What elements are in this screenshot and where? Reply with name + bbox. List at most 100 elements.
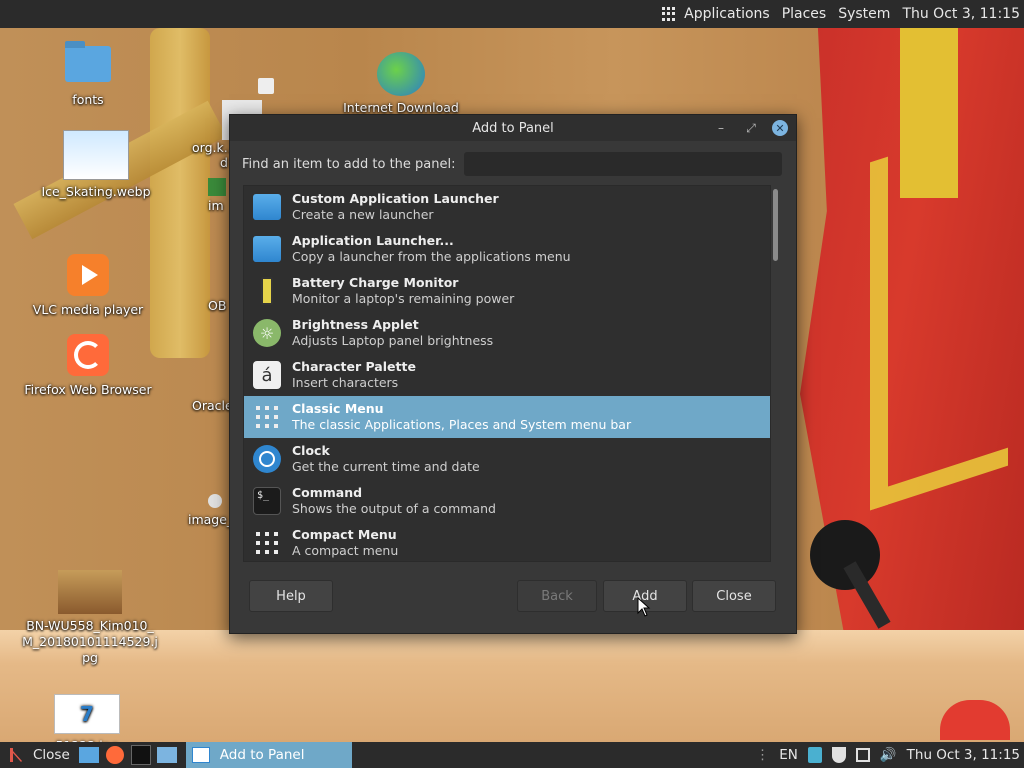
- list-item-name: Classic Menu: [292, 401, 384, 416]
- find-input[interactable]: [463, 152, 782, 176]
- tray-handle-icon: ⋮: [755, 747, 770, 763]
- close-button[interactable]: Close: [692, 580, 776, 612]
- image-file-icon: [63, 130, 129, 180]
- list-item[interactable]: á Character Palette Insert characters: [244, 354, 770, 396]
- desktop-icon-label: org.k...: [192, 140, 236, 155]
- shield-icon[interactable]: [831, 747, 846, 763]
- desktop-icon-label: image_: [188, 512, 234, 527]
- add-to-panel-dialog: Add to Panel – ⤢ ✕ Find an item to add t…: [229, 114, 797, 634]
- lock-icon: [258, 78, 274, 94]
- image-icon: [208, 178, 226, 196]
- desktop-icon-internet-download[interactable]: Internet Download: [336, 52, 466, 115]
- list-item-name: Compact Menu: [292, 527, 397, 542]
- clock-icon: [252, 444, 282, 474]
- screenshot-icon[interactable]: [855, 748, 870, 762]
- download-manager-icon: [377, 52, 425, 96]
- desktop-icon-vlc[interactable]: VLC media player: [23, 254, 153, 317]
- bottom-panel: Close Add to Panel ⋮ EN 🔊 Thu Oct 3, 11:…: [0, 742, 1024, 768]
- firefox-icon: [67, 334, 109, 376]
- desktop-icon-label: d: [220, 155, 228, 170]
- top-panel: Applications Places System Thu Oct 3, 11…: [0, 0, 1024, 28]
- desktop-icon-image[interactable]: image_: [188, 494, 234, 527]
- taskbar-add-to-panel[interactable]: Add to Panel: [185, 742, 352, 768]
- wallpaper-flag-emblem-shape: [870, 117, 1008, 511]
- places-menu[interactable]: Places: [776, 0, 833, 28]
- dialog-titlebar[interactable]: Add to Panel – ⤢ ✕: [230, 115, 796, 141]
- desktop-icon-label: BN-WU558_Kim010_M_20180101114529.jpg: [22, 618, 158, 665]
- list-item[interactable]: Classic Menu The classic Applications, Pl…: [244, 396, 770, 438]
- help-button[interactable]: Help: [249, 580, 333, 612]
- file-manager-launcher-icon[interactable]: [78, 745, 99, 765]
- system-menu[interactable]: System: [832, 0, 896, 28]
- show-desktop-icon[interactable]: [6, 745, 26, 765]
- list-item[interactable]: Battery Charge Monitor Monitor a laptop's…: [244, 270, 770, 312]
- applications-label: Applications: [684, 6, 770, 22]
- window-icon: [191, 747, 210, 763]
- list-item[interactable]: Clock Get the current time and date: [244, 438, 770, 480]
- list-item-description: Copy a launcher from the applications me…: [292, 249, 571, 264]
- task-label: Add to Panel: [219, 747, 305, 763]
- list-item-name: Application Launcher...: [292, 233, 454, 248]
- windows-image-icon: 7: [54, 694, 120, 734]
- system-tray: ⋮ EN 🔊 Thu Oct 3, 11:15: [751, 742, 1024, 768]
- applications-menu[interactable]: Applications: [656, 0, 776, 28]
- find-row: Find an item to add to the panel:: [242, 151, 782, 177]
- desktop-icon-fonts[interactable]: fonts: [23, 41, 153, 107]
- terminal-launcher-icon[interactable]: [130, 745, 151, 765]
- battery-icon: [252, 276, 282, 306]
- list-item[interactable]: Application Launcher... Copy a launcher f…: [244, 228, 770, 270]
- list-item-description: A compact menu: [292, 543, 399, 558]
- list-item-name: Character Palette: [292, 359, 416, 374]
- desktop-icon-bn-photo[interactable]: BN-WU558_Kim010_M_20180101114529.jpg: [22, 570, 158, 666]
- list-item[interactable]: $_ Command Shows the output of a command: [244, 480, 770, 522]
- back-button[interactable]: Back: [517, 580, 597, 612]
- list-item-description: Monitor a laptop's remaining power: [292, 291, 515, 306]
- desktop-icon-oracle[interactable]: Oracle: [192, 398, 233, 413]
- scrollbar-thumb[interactable]: [773, 189, 778, 261]
- desktop-icon-ice-skating[interactable]: Ice_Skating.webp: [31, 130, 161, 199]
- list-item-description: Shows the output of a command: [292, 501, 496, 516]
- desktop-icon-firefox[interactable]: Firefox Web Browser: [23, 334, 153, 397]
- character-icon: á: [252, 360, 282, 390]
- list-item-description: Adjusts Laptop panel brightness: [292, 333, 494, 348]
- desktop-icon-org-k-label[interactable]: org.k... d: [192, 140, 236, 170]
- clipboard-icon[interactable]: [807, 747, 822, 763]
- maximize-icon[interactable]: ⤢: [742, 119, 760, 137]
- chrome-icon: [208, 494, 222, 508]
- list-item-name: Command: [292, 485, 363, 500]
- applet-list-scrollbar[interactable]: [773, 187, 779, 559]
- list-item-name: Custom Application Launcher: [292, 191, 499, 206]
- folder-launcher-icon[interactable]: [156, 745, 177, 765]
- image-file-icon: [58, 570, 122, 614]
- desktop-icon-label: Ice_Skating.webp: [41, 184, 151, 199]
- list-item-description: Get the current time and date: [292, 459, 480, 474]
- find-label: Find an item to add to the panel:: [242, 156, 456, 172]
- list-item-name: Battery Charge Monitor: [292, 275, 459, 290]
- list-item-description: Create a new launcher: [292, 207, 434, 222]
- close-icon[interactable]: ✕: [772, 120, 788, 136]
- list-item[interactable]: ☼ Brightness Applet Adjusts Laptop panel b…: [244, 312, 770, 354]
- keyboard-layout[interactable]: EN: [779, 747, 798, 763]
- apps-grid-icon: [662, 7, 676, 21]
- bottom-clock[interactable]: Thu Oct 3, 11:15: [907, 747, 1020, 763]
- vlc-icon: [67, 254, 109, 296]
- minimize-icon[interactable]: –: [712, 119, 730, 137]
- desktop-icon-label: fonts: [72, 92, 104, 107]
- desktop-icon-org-k[interactable]: [188, 78, 274, 140]
- list-item-name: Brightness Applet: [292, 317, 419, 332]
- dialog-title: Add to Panel: [472, 120, 554, 136]
- volume-icon[interactable]: 🔊: [880, 747, 897, 763]
- list-item[interactable]: Custom Application Launcher Create a new …: [244, 186, 770, 228]
- launcher-icon: [252, 192, 282, 222]
- grid-icon: [252, 528, 282, 558]
- mouse-pointer-icon: [637, 597, 651, 617]
- launcher-icon: [252, 234, 282, 264]
- list-item[interactable]: Compact Menu A compact menu: [244, 522, 770, 561]
- top-clock[interactable]: Thu Oct 3, 11:15: [896, 0, 1024, 28]
- firefox-launcher-icon[interactable]: [105, 745, 125, 765]
- close-label[interactable]: Close: [33, 747, 70, 763]
- list-item-description: Insert characters: [292, 375, 399, 390]
- desktop-icon-label: VLC media player: [32, 302, 144, 317]
- applet-list[interactable]: Custom Application Launcher Create a new …: [243, 185, 771, 562]
- grid-icon: [252, 402, 282, 432]
